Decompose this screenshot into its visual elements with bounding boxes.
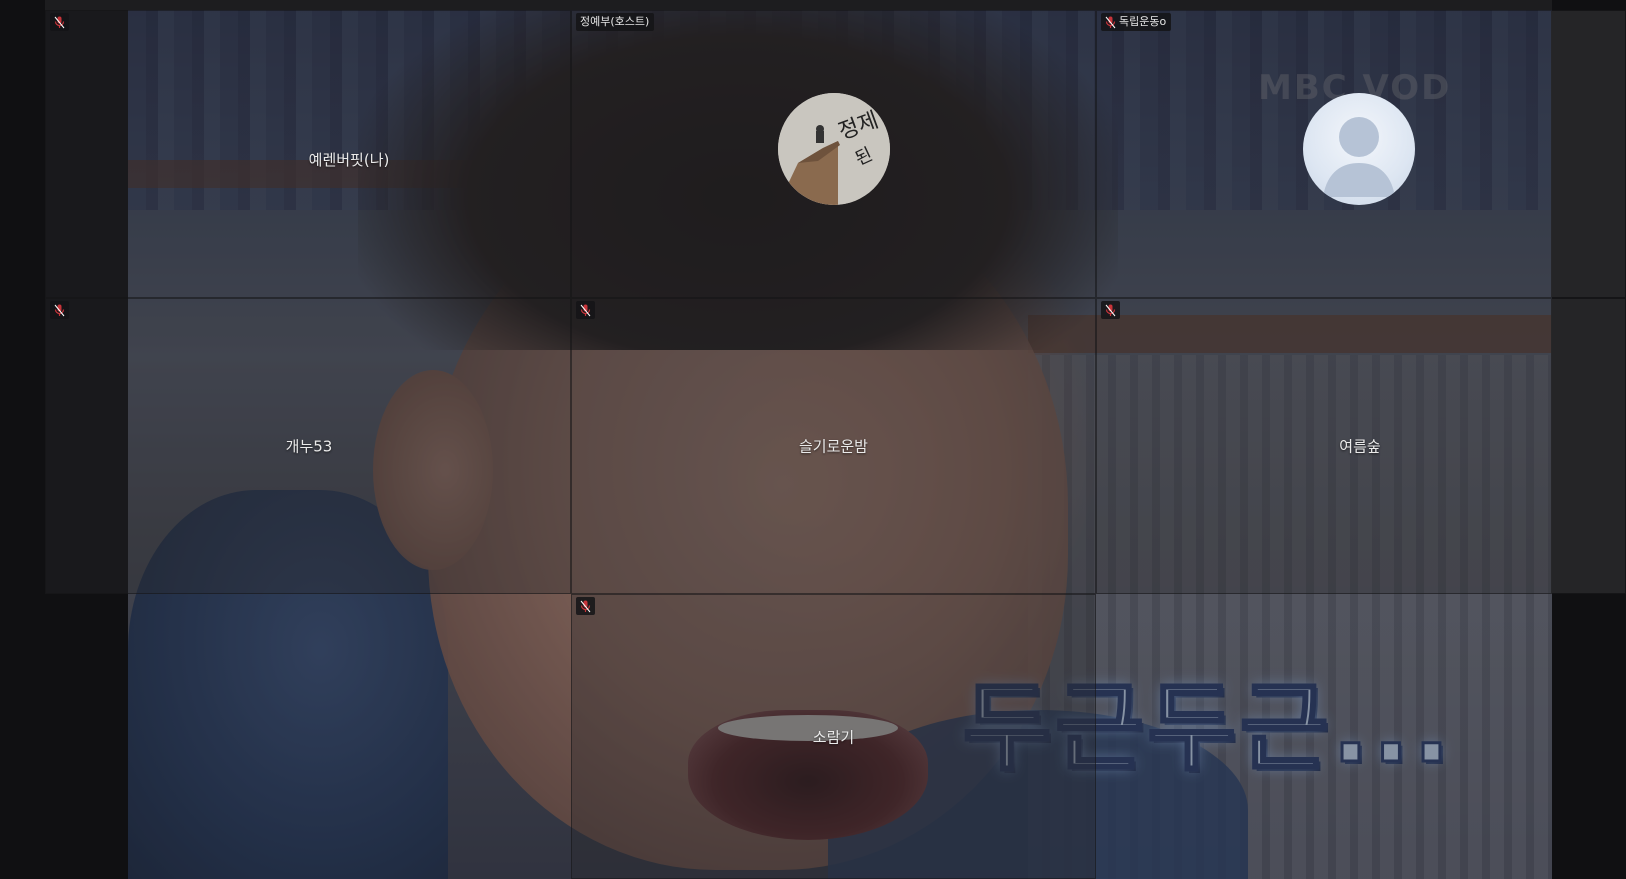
participant-label — [50, 13, 69, 31]
top-edge — [0, 0, 1626, 10]
participant-tile[interactable]: 개누53 — [45, 298, 571, 594]
participant-name: 예렌버핏(나) — [308, 151, 390, 169]
participant-label — [576, 301, 595, 319]
participant-label — [50, 301, 69, 319]
participant-avatar — [1303, 93, 1415, 205]
participant-name: 개누53 — [285, 437, 333, 456]
mic-muted-icon — [54, 16, 65, 28]
left-edge — [0, 0, 45, 594]
mic-muted-icon — [1105, 304, 1116, 316]
participant-tile[interactable]: 소람기 — [571, 594, 1096, 879]
participant-tag: 정예부(호스트) — [580, 15, 650, 28]
meeting-video-stage: MBC VOD 두근두근... 예렌버핏(나) 정예부(호스트) 정제 된 독립… — [0, 0, 1626, 879]
participant-tile[interactable]: 예렌버핏(나) — [45, 10, 571, 298]
participant-label: 정예부(호스트) — [576, 13, 655, 31]
participant-tile[interactable]: 여름숲 — [1096, 298, 1626, 594]
participant-label: 독립운동o — [1101, 13, 1172, 31]
mic-muted-icon — [580, 304, 591, 316]
participant-tile[interactable]: 독립운동o — [1096, 10, 1626, 298]
participant-label — [1101, 301, 1120, 319]
participant-tag: 독립운동o — [1119, 15, 1167, 28]
mic-muted-icon — [1105, 16, 1116, 28]
avatar-photo-icon: 정제 된 — [777, 93, 890, 205]
participant-tile[interactable]: 정예부(호스트) 정제 된 — [571, 10, 1096, 298]
bottom-right-gutter — [1552, 594, 1626, 879]
bottom-left-gutter — [0, 594, 128, 879]
participant-name: 슬기로운밤 — [798, 437, 868, 456]
default-person-icon — [1323, 117, 1395, 197]
participant-tile[interactable]: 슬기로운밤 — [571, 298, 1096, 594]
mic-muted-icon — [580, 600, 591, 612]
participant-name: 소람기 — [812, 728, 855, 746]
participant-label — [576, 597, 595, 615]
mic-muted-icon — [54, 304, 65, 316]
participant-avatar: 정제 된 — [777, 93, 890, 205]
participant-name: 여름숲 — [1339, 437, 1381, 456]
